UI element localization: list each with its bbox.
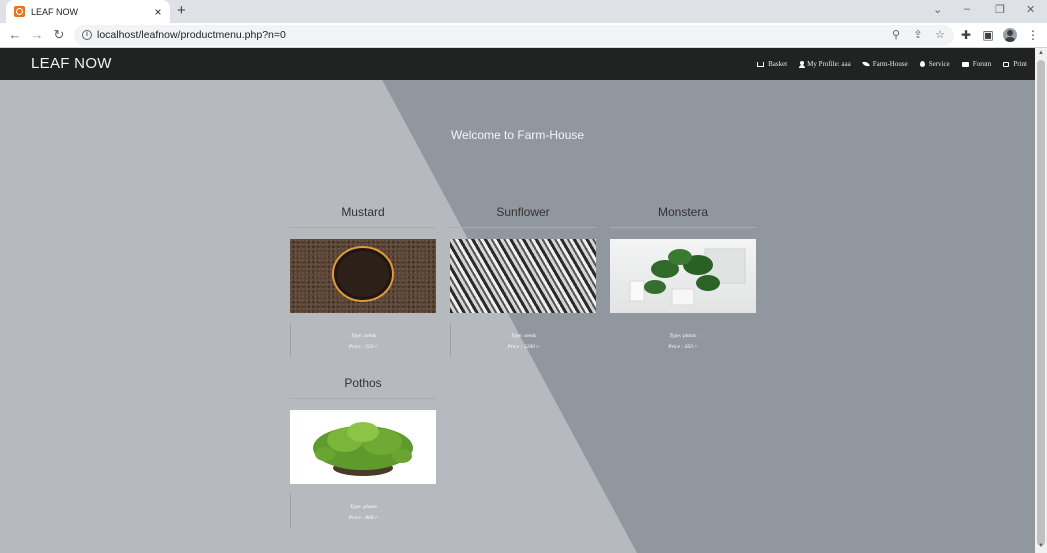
- nav-farm-house[interactable]: Farm-House: [861, 60, 908, 68]
- side-panel-icon[interactable]: ▣: [981, 28, 995, 42]
- new-tab-icon[interactable]: +: [177, 3, 186, 19]
- product-price: Price : 1200 /-: [507, 344, 540, 350]
- zoom-icon[interactable]: ⚲: [889, 28, 903, 42]
- nav-print-label: Print: [1013, 60, 1027, 68]
- browser-tab[interactable]: LEAF NOW ×: [6, 0, 170, 23]
- back-icon[interactable]: ←: [7, 27, 23, 43]
- product-price: Price : 800 /-: [348, 515, 379, 521]
- nav-menu: Basket My Profile: aaa Farm-House Servic…: [745, 48, 1027, 80]
- share-icon[interactable]: ⇪: [911, 28, 925, 42]
- product-name[interactable]: Mustard: [290, 205, 436, 219]
- product-details: Type: seeds Price : 1200 /-: [450, 323, 596, 357]
- nav-basket-label: Basket: [768, 60, 788, 68]
- product-name[interactable]: Pothos: [290, 376, 436, 390]
- nav-profile[interactable]: My Profile: aaa: [799, 60, 851, 68]
- product-price: Price : 650 /-: [668, 344, 698, 350]
- site-info-icon[interactable]: i: [82, 30, 92, 40]
- product-type: Type: plants: [350, 504, 377, 510]
- browser-toolbar: ← → ↻ i localhost/leafnow/productmenu.ph…: [0, 23, 1047, 48]
- product-image[interactable]: [290, 410, 436, 484]
- restore-icon[interactable]: ❐: [995, 3, 1005, 16]
- site-navbar: LEAF NOW Basket My Profile: aaa Farm-Hou…: [0, 48, 1035, 80]
- product-name[interactable]: Monstera: [610, 205, 756, 219]
- product-details: Type: plants Price : 800 /-: [290, 494, 436, 528]
- page-content: LEAF NOW Basket My Profile: aaa Farm-Hou…: [0, 48, 1035, 553]
- user-icon: [799, 60, 806, 68]
- product-name[interactable]: Sunflower: [450, 205, 596, 219]
- product-price: Price : 250 /-: [348, 344, 379, 350]
- nav-farm-house-label: Farm-House: [872, 60, 908, 68]
- divider: [290, 227, 436, 228]
- leaf-icon: [861, 60, 870, 68]
- page-scrollbar[interactable]: ▲ ▼: [1035, 48, 1047, 553]
- nav-basket[interactable]: Basket: [757, 60, 787, 68]
- nav-print[interactable]: Print: [1003, 60, 1027, 68]
- drop-icon: [919, 61, 925, 67]
- divider: [610, 227, 756, 228]
- scroll-up-icon[interactable]: ▲: [1035, 50, 1047, 56]
- forward-icon[interactable]: →: [29, 27, 45, 43]
- nav-forum[interactable]: Forum: [961, 60, 992, 68]
- divider: [450, 227, 596, 228]
- nav-forum-label: Forum: [972, 60, 992, 68]
- tab-search-icon[interactable]: ⌄: [933, 3, 942, 16]
- window-close-icon[interactable]: ✕: [1026, 3, 1035, 16]
- product-type: Type: plants: [669, 333, 697, 339]
- product-image[interactable]: [610, 239, 756, 313]
- comment-icon: [961, 61, 969, 67]
- bookmark-star-icon[interactable]: ☆: [933, 28, 947, 42]
- xampp-favicon-icon: [14, 6, 25, 17]
- address-bar[interactable]: i localhost/leafnow/productmenu.php?n=0 …: [74, 25, 954, 46]
- minimize-icon[interactable]: –: [964, 3, 970, 15]
- nav-service-label: Service: [928, 60, 950, 68]
- extensions-icon[interactable]: ✚: [959, 28, 973, 42]
- site-brand[interactable]: LEAF NOW: [31, 55, 112, 72]
- product-details: Type: plants Price : 650 /-: [610, 323, 756, 357]
- product-type: Type: seeds: [510, 333, 537, 339]
- product-image[interactable]: [290, 239, 436, 313]
- page-title: Welcome to Farm-House: [450, 128, 585, 142]
- browser-menu-icon[interactable]: ⋮: [1026, 28, 1040, 42]
- divider: [290, 398, 436, 399]
- cart-icon: [757, 61, 765, 67]
- nav-profile-label: My Profile: aaa: [807, 60, 851, 68]
- nav-service[interactable]: Service: [919, 60, 950, 68]
- tab-close-icon[interactable]: ×: [152, 6, 164, 18]
- scroll-down-icon[interactable]: ▼: [1035, 543, 1047, 549]
- reload-icon[interactable]: ↻: [51, 27, 67, 43]
- url-text[interactable]: localhost/leafnow/productmenu.php?n=0: [97, 29, 286, 41]
- product-details: Type: seeds Price : 250 /-: [290, 323, 436, 357]
- tab-title: LEAF NOW: [31, 6, 79, 17]
- product-image[interactable]: [450, 239, 596, 313]
- scrollbar-thumb[interactable]: [1037, 60, 1045, 546]
- print-icon: [1003, 61, 1010, 67]
- tab-strip: LEAF NOW × + ⌄ – ❐ ✕: [0, 0, 1047, 23]
- product-type: Type: seeds: [350, 333, 377, 339]
- profile-avatar-icon[interactable]: [1003, 28, 1017, 42]
